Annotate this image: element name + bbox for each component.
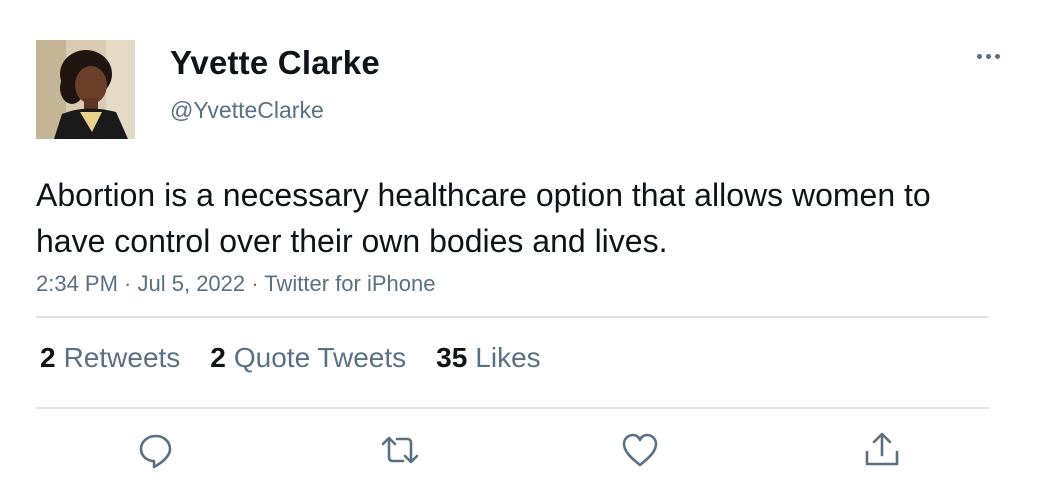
- tweet-time[interactable]: 2:34 PM: [36, 271, 118, 296]
- retweet-icon: [381, 436, 419, 464]
- tweet-text: Abortion is a necessary healthcare optio…: [36, 177, 931, 259]
- reply-button[interactable]: [136, 430, 176, 470]
- tweet-source[interactable]: Twitter for iPhone: [264, 271, 435, 296]
- display-name[interactable]: Yvette Clarke: [170, 44, 380, 82]
- divider: [36, 407, 989, 409]
- like-button[interactable]: [620, 430, 660, 470]
- more-options-button[interactable]: [968, 44, 1008, 68]
- handle[interactable]: @YvetteClarke: [170, 97, 324, 124]
- more-horizontal-icon: [976, 53, 982, 59]
- retweets-count: 2: [40, 342, 56, 373]
- heart-icon: [622, 433, 658, 467]
- retweets-label: Retweets: [63, 342, 181, 373]
- quote-tweets-label: Quote Tweets: [233, 342, 407, 373]
- likes-count: 35: [436, 342, 468, 373]
- likes-stat[interactable]: 35 Likes: [436, 342, 541, 374]
- quote-tweets-count: 2: [210, 342, 226, 373]
- tweet-metadata: 2:34 PM · Jul 5, 2022 · Twitter for iPho…: [36, 271, 436, 296]
- reply-icon: [139, 434, 172, 469]
- share-icon: [865, 432, 899, 466]
- avatar-image: [36, 40, 135, 139]
- engagement-stats: 2 Retweets 2 Quote Tweets 35 Likes: [40, 342, 541, 374]
- share-button[interactable]: [862, 430, 902, 470]
- tweet-card: Yvette Clarke @YvetteClarke Abortion is …: [0, 0, 1050, 480]
- retweets-stat[interactable]: 2 Retweets: [40, 342, 180, 374]
- avatar[interactable]: [36, 40, 135, 139]
- tweet-date[interactable]: Jul 5, 2022: [138, 271, 246, 296]
- quote-tweets-stat[interactable]: 2 Quote Tweets: [210, 342, 406, 374]
- retweet-button[interactable]: [380, 430, 420, 470]
- divider: [36, 316, 989, 318]
- likes-label: Likes: [475, 342, 541, 373]
